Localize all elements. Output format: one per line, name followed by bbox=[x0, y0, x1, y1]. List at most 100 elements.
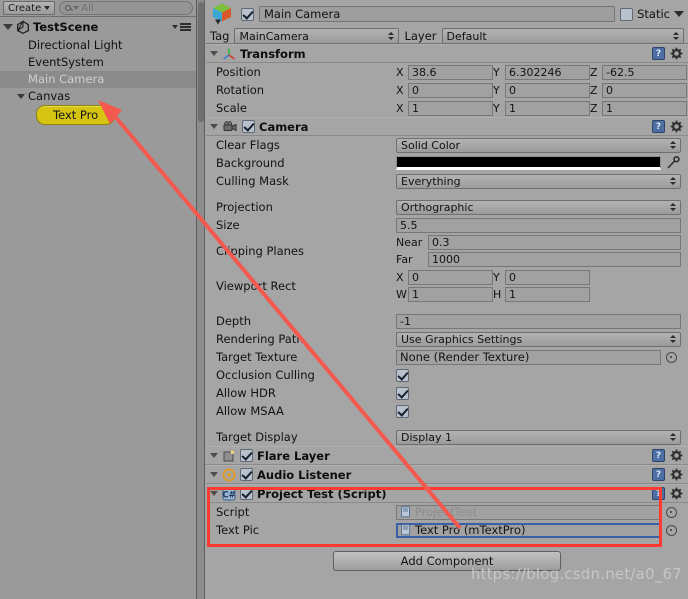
create-button[interactable]: Create bbox=[3, 1, 56, 15]
expand-triangle-icon[interactable] bbox=[210, 472, 218, 477]
gear-icon[interactable] bbox=[670, 47, 683, 60]
layer-label: Layer bbox=[404, 29, 437, 43]
scene-context-menu-button[interactable] bbox=[172, 23, 191, 31]
hierarchy-item-text-pro[interactable]: Text Pro bbox=[0, 105, 196, 125]
checkbox-allow-hdr[interactable] bbox=[396, 386, 409, 400]
clipping-field-near[interactable]: 0.3 bbox=[428, 235, 681, 250]
checkbox-occlusion-culling[interactable] bbox=[396, 368, 409, 382]
component-enabled-checkbox[interactable] bbox=[240, 468, 253, 481]
vector-field-z[interactable]: 0 bbox=[602, 82, 687, 98]
property-label: Text Pic bbox=[216, 523, 260, 537]
property-row: Text Pic Text Pro (mTextPro) bbox=[206, 521, 688, 539]
unity-editor-window: Create All TestScene Directional Light Ev… bbox=[0, 0, 688, 599]
layer-dropdown[interactable]: Default bbox=[441, 28, 684, 44]
expand-triangle-icon[interactable] bbox=[14, 94, 28, 99]
object-name-field[interactable]: Main Camera bbox=[259, 6, 616, 22]
eyedropper-icon[interactable] bbox=[666, 155, 680, 170]
flare-layer-icon bbox=[222, 449, 236, 463]
property-row: Rotation X 0 Y 0 Z 0 bbox=[206, 81, 688, 99]
help-book-icon[interactable]: ? bbox=[652, 468, 665, 481]
svg-text:C#: C# bbox=[222, 490, 235, 500]
hierarchy-item-main-camera[interactable]: Main Camera bbox=[0, 71, 196, 88]
object-picker-icon[interactable] bbox=[666, 506, 677, 518]
hierarchy-search-input[interactable]: All bbox=[59, 1, 193, 15]
component-title: Transform bbox=[240, 46, 306, 61]
object-field-target-texture[interactable]: None (Render Texture) bbox=[396, 349, 661, 365]
vector-field-x[interactable]: 0 bbox=[408, 82, 493, 98]
object-picker-icon[interactable] bbox=[666, 524, 677, 536]
gear-icon[interactable] bbox=[670, 120, 683, 133]
hierarchy-item-eventsystem[interactable]: EventSystem bbox=[0, 54, 196, 71]
component-header-transform[interactable]: Transform? bbox=[206, 44, 688, 63]
static-toggle-group[interactable]: Static bbox=[620, 7, 684, 21]
component-header-audio-listener[interactable]: Audio Listener? bbox=[206, 465, 688, 484]
expand-triangle-icon[interactable] bbox=[210, 491, 218, 496]
chevron-down-icon bbox=[44, 6, 51, 10]
object-ref-icon bbox=[400, 506, 412, 518]
tag-dropdown[interactable]: MainCamera bbox=[234, 28, 400, 44]
vector-field-y[interactable]: 0 bbox=[505, 82, 590, 98]
rect-field-x[interactable]: 0 bbox=[408, 270, 493, 285]
help-book-icon[interactable]: ? bbox=[652, 120, 665, 133]
object-picker-icon[interactable] bbox=[666, 351, 677, 363]
dropdown-culling-mask[interactable]: Everything bbox=[396, 173, 681, 189]
chevron-down-icon[interactable] bbox=[674, 11, 684, 17]
clipping-field-far[interactable]: 1000 bbox=[428, 252, 681, 267]
vector-field-z[interactable]: 1 bbox=[602, 100, 687, 116]
layer-value: Default bbox=[446, 29, 487, 43]
property-label: Clear Flags bbox=[216, 138, 280, 152]
text-field-depth[interactable]: -1 bbox=[396, 313, 681, 329]
dropdown-clear-flags[interactable]: Solid Color bbox=[396, 137, 681, 153]
updown-arrows-icon bbox=[670, 335, 676, 343]
vector-field-z[interactable]: -62.5 bbox=[602, 64, 687, 80]
help-book-icon[interactable]: ? bbox=[652, 47, 665, 60]
property-row: Projection Orthographic bbox=[206, 198, 688, 216]
static-checkbox[interactable] bbox=[620, 7, 634, 21]
vector-field-y[interactable]: 6.302246 bbox=[505, 64, 590, 80]
checkbox-allow-msaa[interactable] bbox=[396, 404, 409, 418]
property-label: Target Display bbox=[216, 430, 298, 444]
gear-icon[interactable] bbox=[670, 487, 683, 500]
color-swatch-background[interactable] bbox=[396, 156, 661, 170]
vector-field-x[interactable]: 1 bbox=[408, 100, 493, 116]
component-header-project-test-script[interactable]: C# Project Test (Script)? bbox=[206, 484, 688, 503]
object-field-script[interactable]: ProjectTest bbox=[396, 504, 661, 520]
hierarchy-item-label: Directional Light bbox=[28, 38, 123, 52]
property-row: Clear Flags Solid Color bbox=[206, 136, 688, 154]
expand-triangle-icon[interactable] bbox=[210, 124, 218, 129]
hierarchy-item-canvas[interactable]: Canvas bbox=[0, 88, 196, 105]
component-header-camera[interactable]: Camera? bbox=[206, 117, 688, 136]
help-book-icon[interactable]: ? bbox=[652, 487, 665, 500]
property-label: Background bbox=[216, 156, 285, 170]
component-title: Audio Listener bbox=[257, 467, 352, 482]
vector-field-x[interactable]: 38.6 bbox=[408, 64, 493, 80]
dropdown-rendering-path[interactable]: Use Graphics Settings bbox=[396, 331, 681, 347]
object-field-text-pic[interactable]: Text Pro (mTextPro) bbox=[396, 522, 661, 538]
rect-field-h[interactable]: 1 bbox=[505, 287, 590, 302]
gear-icon[interactable] bbox=[670, 468, 683, 481]
component-header-flare-layer[interactable]: Flare Layer? bbox=[206, 446, 688, 465]
property-label: Projection bbox=[216, 200, 273, 214]
hierarchy-item-directional-light[interactable]: Directional Light bbox=[0, 37, 196, 54]
vector-field-y[interactable]: 1 bbox=[505, 100, 590, 116]
hierarchy-scrollbar[interactable] bbox=[197, 0, 205, 599]
gear-icon[interactable] bbox=[670, 449, 683, 462]
rect-field-y[interactable]: 0 bbox=[505, 270, 590, 285]
component-enabled-checkbox[interactable] bbox=[240, 487, 253, 500]
scrollbar-thumb[interactable] bbox=[198, 2, 204, 122]
scene-root-row[interactable]: TestScene bbox=[0, 17, 196, 37]
expand-triangle-icon[interactable] bbox=[210, 453, 218, 458]
help-book-icon[interactable]: ? bbox=[652, 449, 665, 462]
component-enabled-checkbox[interactable] bbox=[242, 120, 255, 133]
text-field-size[interactable]: 5.5 bbox=[396, 217, 681, 233]
dropdown-target-display[interactable]: Display 1 bbox=[396, 429, 681, 445]
object-active-checkbox[interactable] bbox=[241, 7, 254, 21]
expand-triangle-icon[interactable] bbox=[210, 51, 218, 56]
component-title: Flare Layer bbox=[257, 448, 330, 463]
dropdown-projection[interactable]: Orthographic bbox=[396, 199, 681, 215]
expand-triangle-icon[interactable] bbox=[3, 24, 13, 30]
text-pro-highlight-label[interactable]: Text Pro bbox=[36, 105, 116, 125]
rect-field-w[interactable]: 1 bbox=[408, 287, 493, 302]
tag-value: MainCamera bbox=[239, 29, 309, 43]
component-enabled-checkbox[interactable] bbox=[240, 449, 253, 462]
